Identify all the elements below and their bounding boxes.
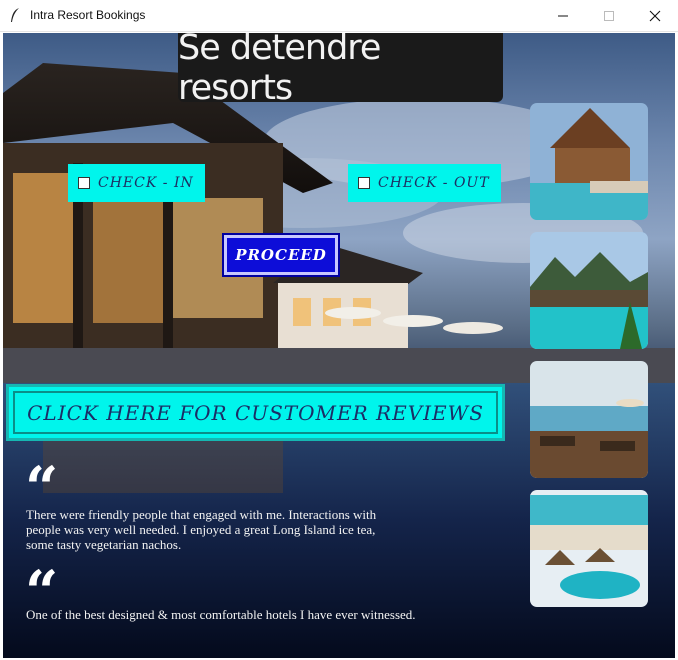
resort-photo-3: [530, 361, 648, 478]
window-titlebar: Intra Resort Bookings: [0, 0, 678, 32]
page-title: Se detendre resorts: [178, 33, 381, 108]
resort-thumbnail-2: [530, 232, 648, 349]
main-canvas: Se detendre resorts CHECK - IN CHECK - O…: [3, 33, 675, 658]
review-1-line-3: some tasty vegetarian nachos.: [26, 537, 182, 552]
check-in-button[interactable]: CHECK - IN: [68, 164, 205, 202]
check-out-checkbox[interactable]: [358, 177, 370, 189]
check-out-label: CHECK - OUT: [378, 175, 490, 191]
maximize-button[interactable]: [586, 0, 632, 31]
check-in-checkbox[interactable]: [78, 177, 90, 189]
customer-reviews-label: CLICK HERE FOR CUSTOMER REVIEWS: [27, 400, 484, 425]
check-out-button[interactable]: CHECK - OUT: [348, 164, 501, 202]
review-text-2: One of the best designed & most comforta…: [26, 607, 416, 622]
minimize-button[interactable]: [540, 0, 586, 31]
resort-thumbnail-3: [530, 361, 648, 478]
close-icon: [649, 10, 661, 21]
window-title: Intra Resort Bookings: [30, 8, 146, 22]
customer-reviews-button[interactable]: CLICK HERE FOR CUSTOMER REVIEWS: [6, 384, 505, 441]
resort-photo-1: [530, 103, 648, 220]
feather-icon: [11, 8, 19, 22]
resort-photo-2: [530, 232, 648, 349]
review-2-line-1: One of the best designed & most comforta…: [26, 607, 416, 622]
header-banner: Se detendre resorts: [178, 33, 503, 108]
check-in-label: CHECK - IN: [98, 175, 194, 191]
proceed-button[interactable]: PROCEED: [222, 233, 340, 277]
review-1-line-1: There were friendly people that engaged …: [26, 507, 377, 522]
resort-thumbnail-1: [530, 103, 648, 220]
review-1-line-2: people was very well needed. I enjoyed a…: [26, 522, 376, 537]
resort-photo-4: [530, 490, 648, 607]
maximize-icon: [604, 10, 614, 21]
proceed-label: PROCEED: [235, 246, 327, 264]
minimize-icon: [558, 15, 568, 16]
review-text-1: There were friendly people that engaged …: [26, 507, 376, 552]
resort-thumbnail-4: [530, 490, 648, 607]
close-button[interactable]: [632, 0, 678, 31]
